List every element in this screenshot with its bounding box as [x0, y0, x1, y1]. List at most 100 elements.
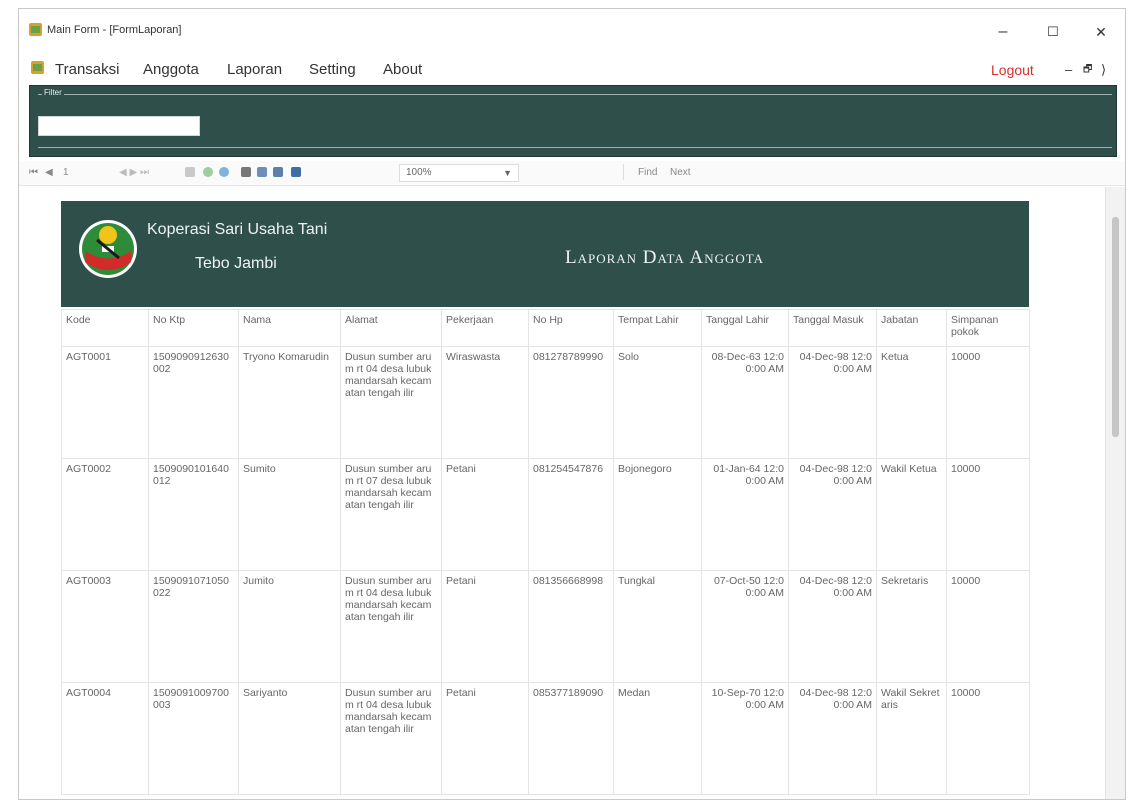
vertical-scrollbar[interactable]: [1105, 187, 1125, 799]
app-icon: [29, 23, 42, 36]
cell-tempat-lahir: Medan: [613, 682, 702, 795]
print-icon[interactable]: [241, 167, 251, 177]
refresh-icon[interactable]: [203, 167, 213, 177]
organization-name: Koperasi Sari Usaha Tani: [147, 221, 328, 238]
filter-input[interactable]: [38, 116, 200, 136]
cell-jabatan: Ketua: [876, 346, 947, 459]
stop-icon[interactable]: [185, 167, 195, 177]
cell-kode: AGT0001: [61, 346, 149, 459]
table-header-row: Kode No Ktp Nama Alamat Pekerjaan No Hp …: [61, 309, 1030, 347]
cell-tempat-lahir: Solo: [613, 346, 702, 459]
cell-nama: Sariyanto: [238, 682, 341, 795]
cell-tanggal-lahir: 10-Sep-70 12:00:00 AM: [701, 682, 789, 795]
menu-transaksi[interactable]: Transaksi: [55, 61, 119, 78]
cell-kode: AGT0002: [61, 458, 149, 571]
logout-link[interactable]: Logout: [991, 62, 1034, 78]
close-button[interactable]: ✕: [1081, 17, 1121, 47]
scrollbar-thumb[interactable]: [1112, 217, 1119, 437]
mdi-form-icon[interactable]: [31, 61, 44, 74]
next-link[interactable]: Next: [670, 167, 691, 178]
cell-nama: Jumito: [238, 570, 341, 683]
cell-simpanan: 10000: [946, 570, 1030, 683]
cell-tempat-lahir: Bojonegoro: [613, 458, 702, 571]
cell-tanggal-masuk: 04-Dec-98 12:00:00 AM: [788, 346, 877, 459]
mdi-minimize-button[interactable]: –: [1065, 62, 1072, 77]
cell-tanggal-masuk: 04-Dec-98 12:00:00 AM: [788, 682, 877, 795]
column-header: Tanggal Lahir: [701, 309, 789, 347]
cell-simpanan: 10000: [946, 682, 1030, 795]
members-table: Kode No Ktp Nama Alamat Pekerjaan No Hp …: [61, 309, 1030, 795]
column-header: No Hp: [528, 309, 614, 347]
cell-alamat: Dusun sumber arum rt 04 desa lubuk manda…: [340, 682, 442, 795]
report-toolbar: ⏮ ◀ 1 ◀ ▶ ⏭ 100% ▼ Find Next: [19, 161, 1125, 186]
cell-ktp: 1509090101640012: [148, 458, 239, 571]
previous-page-button[interactable]: ◀: [45, 167, 53, 178]
menu-anggota[interactable]: Anggota: [143, 61, 199, 78]
report-title: Laporan Data Anggota: [565, 247, 765, 268]
table-row: AGT0002 1509090101640012 Sumito Dusun su…: [61, 458, 1030, 571]
column-header: Kode: [61, 309, 149, 347]
cell-pekerjaan: Petani: [441, 682, 529, 795]
cell-tanggal-lahir: 08-Dec-63 12:00:00 AM: [701, 346, 789, 459]
cell-alamat: Dusun sumber arum rt 04 desa lubuk manda…: [340, 570, 442, 683]
cell-pekerjaan: Petani: [441, 458, 529, 571]
cell-alamat: Dusun sumber arum rt 04 desa lubuk manda…: [340, 346, 442, 459]
column-header: Simpanan pokok: [946, 309, 1030, 347]
minimize-button[interactable]: –: [983, 17, 1023, 47]
maximize-button[interactable]: ☐: [1033, 17, 1073, 47]
find-area: Find Next: [623, 164, 1024, 180]
chevron-down-icon: ▼: [503, 168, 512, 178]
page-setup-icon[interactable]: [273, 167, 283, 177]
page-number[interactable]: 1: [63, 167, 69, 178]
zoom-value: 100%: [406, 167, 432, 178]
first-page-button[interactable]: ⏮: [29, 167, 38, 178]
cell-tempat-lahir: Tungkal: [613, 570, 702, 683]
cell-nama: Sumito: [238, 458, 341, 571]
cell-kode: AGT0003: [61, 570, 149, 683]
column-header: Pekerjaan: [441, 309, 529, 347]
table-row: AGT0004 1509091009700003 Sariyanto Dusun…: [61, 682, 1030, 795]
cell-pekerjaan: Petani: [441, 570, 529, 683]
cell-alamat: Dusun sumber arum rt 07 desa lubuk manda…: [340, 458, 442, 571]
export-icon[interactable]: [291, 167, 301, 177]
back-icon[interactable]: [219, 167, 229, 177]
mdi-close-button[interactable]: ⟩: [1101, 62, 1106, 78]
cell-hp: 081356668998: [528, 570, 614, 683]
cell-ktp: 1509090912630002: [148, 346, 239, 459]
column-header: Alamat: [340, 309, 442, 347]
cell-tanggal-lahir: 01-Jan-64 12:00:00 AM: [701, 458, 789, 571]
column-header: Nama: [238, 309, 341, 347]
column-header: Tempat Lahir: [613, 309, 702, 347]
menu-about[interactable]: About: [383, 61, 422, 78]
column-header: Tanggal Masuk: [788, 309, 877, 347]
organization-city: Tebo Jambi: [195, 255, 277, 272]
cell-jabatan: Wakil Ketua: [876, 458, 947, 571]
cell-simpanan: 10000: [946, 458, 1030, 571]
cell-tanggal-masuk: 04-Dec-98 12:00:00 AM: [788, 570, 877, 683]
cell-pekerjaan: Wiraswasta: [441, 346, 529, 459]
cell-hp: 081278789990: [528, 346, 614, 459]
main-form-window: Main Form - [FormLaporan] – ☐ ✕ Transaks…: [18, 8, 1126, 800]
cell-jabatan: Wakil Sekretaris: [876, 682, 947, 795]
cooperative-logo-icon: [79, 220, 137, 278]
filter-panel: Filter: [29, 85, 1117, 157]
zoom-select[interactable]: 100% ▼: [399, 164, 519, 182]
cell-ktp: 1509091009700003: [148, 682, 239, 795]
report-viewport: Koperasi Sari Usaha Tani Tebo Jambi Lapo…: [19, 187, 1105, 799]
table-row: AGT0003 1509091071050022 Jumito Dusun su…: [61, 570, 1030, 683]
cell-simpanan: 10000: [946, 346, 1030, 459]
cell-nama: Tryono Komarudin: [238, 346, 341, 459]
menu-laporan[interactable]: Laporan: [227, 61, 282, 78]
title-bar: Main Form - [FormLaporan] – ☐ ✕: [19, 9, 1125, 49]
print-layout-icon[interactable]: [257, 167, 267, 177]
table-row: AGT0001 1509090912630002 Tryono Komarudi…: [61, 346, 1030, 459]
filter-legend: Filter: [42, 88, 64, 97]
cell-hp: 081254547876: [528, 458, 614, 571]
column-header: No Ktp: [148, 309, 239, 347]
find-link[interactable]: Find: [638, 167, 657, 178]
window-title: Main Form - [FormLaporan]: [47, 24, 182, 36]
next-page-icon[interactable]: ◀ ▶ ⏭: [119, 167, 149, 178]
cell-tanggal-lahir: 07-Oct-50 12:00:00 AM: [701, 570, 789, 683]
mdi-restore-button[interactable]: 🗗: [1083, 62, 1092, 79]
menu-setting[interactable]: Setting: [309, 61, 356, 78]
